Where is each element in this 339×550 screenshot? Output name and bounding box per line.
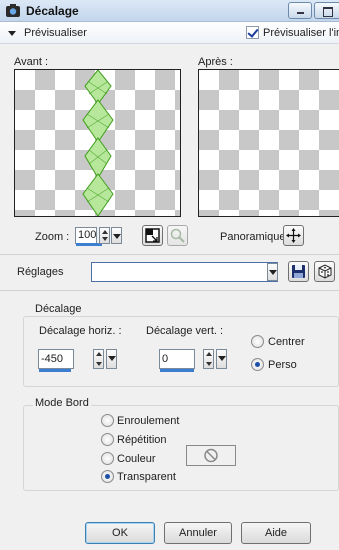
after-preview[interactable] — [198, 69, 339, 217]
floppy-disk-icon — [292, 265, 305, 278]
horiz-offset-dropdown-arrow[interactable] — [106, 349, 117, 369]
divider — [0, 290, 339, 291]
ok-button[interactable]: OK — [85, 522, 155, 544]
preview-header: Prévisualiser Prévisualiser l'ima — [0, 22, 339, 44]
divider — [0, 254, 339, 255]
vert-offset-spinner[interactable] — [203, 349, 214, 369]
window-title: Décalage — [26, 4, 79, 18]
maximize-button[interactable] — [314, 2, 339, 19]
random-settings-button[interactable] — [314, 261, 335, 282]
collapse-triangle-icon[interactable] — [8, 31, 16, 36]
vert-offset-label: Décalage vert. : — [146, 325, 224, 337]
vert-offset-value: 0 — [162, 353, 169, 365]
color-swatch[interactable] — [186, 445, 236, 466]
zoom-spinner[interactable] — [99, 227, 110, 244]
preview-image-checkbox[interactable] — [246, 26, 259, 39]
horiz-offset-value: -450 — [41, 353, 64, 365]
no-color-icon — [204, 448, 218, 463]
vert-offset-dropdown-arrow[interactable] — [216, 349, 227, 369]
pan-label: Panoramique : — [220, 231, 292, 243]
zoom-label: Zoom : — [35, 231, 70, 243]
before-preview[interactable] — [14, 69, 181, 217]
center-radio[interactable] — [251, 335, 264, 348]
zoom-dropdown-arrow[interactable] — [111, 227, 122, 244]
dice-icon — [318, 264, 332, 279]
after-label: Après : — [198, 56, 233, 68]
app-icon — [6, 4, 20, 17]
horiz-offset-field[interactable]: -450 — [38, 349, 74, 372]
transparent-radio[interactable] — [101, 470, 114, 483]
edge-mode-group — [23, 405, 339, 491]
zoom-value: 100 — [78, 229, 97, 241]
vert-offset-bar — [160, 369, 194, 372]
edge-mode-group-title: Mode Bord — [33, 397, 91, 409]
settings-dropdown-arrow[interactable] — [267, 263, 278, 281]
repeat-radio-label[interactable]: Répétition — [117, 434, 167, 446]
fit-preview-button[interactable] — [142, 225, 163, 246]
zoom-navigator-button[interactable] — [167, 225, 188, 246]
settings-label: Réglages — [17, 266, 64, 278]
wrap-radio[interactable] — [101, 414, 114, 427]
repeat-radio[interactable] — [101, 433, 114, 446]
move-arrows-icon — [286, 228, 301, 243]
wrap-radio-label[interactable]: Enroulement — [117, 415, 179, 427]
save-settings-button[interactable] — [288, 261, 309, 282]
cancel-button[interactable]: Annuler — [164, 522, 232, 544]
transparent-radio-label[interactable]: Transparent — [117, 471, 176, 483]
preview-artwork — [82, 70, 114, 216]
settings-dropdown[interactable] — [91, 262, 278, 282]
preview-image-checkbox-label[interactable]: Prévisualiser l'ima — [263, 27, 339, 39]
offset-group-title: Décalage — [33, 303, 84, 315]
minimize-button[interactable] — [288, 2, 312, 19]
help-button[interactable]: Aide — [241, 522, 311, 544]
horiz-offset-spinner[interactable] — [93, 349, 104, 369]
title-bar: Décalage — [0, 0, 339, 22]
pan-button[interactable] — [283, 225, 304, 246]
magnifier-icon — [170, 228, 185, 243]
color-radio[interactable] — [101, 452, 114, 465]
custom-radio-label[interactable]: Perso — [268, 359, 297, 371]
horiz-offset-label: Décalage horiz. : — [39, 325, 122, 337]
fit-window-icon — [145, 228, 160, 243]
preview-section-label[interactable]: Prévisualiser — [24, 27, 87, 39]
custom-radio[interactable] — [251, 358, 264, 371]
color-radio-label[interactable]: Couleur — [117, 453, 156, 465]
before-label: Avant : — [14, 56, 49, 68]
vert-offset-field[interactable]: 0 — [159, 349, 195, 372]
zoom-field[interactable]: 100 — [75, 227, 102, 246]
center-radio-label[interactable]: Centrer — [268, 336, 305, 348]
horiz-offset-bar — [39, 369, 71, 372]
